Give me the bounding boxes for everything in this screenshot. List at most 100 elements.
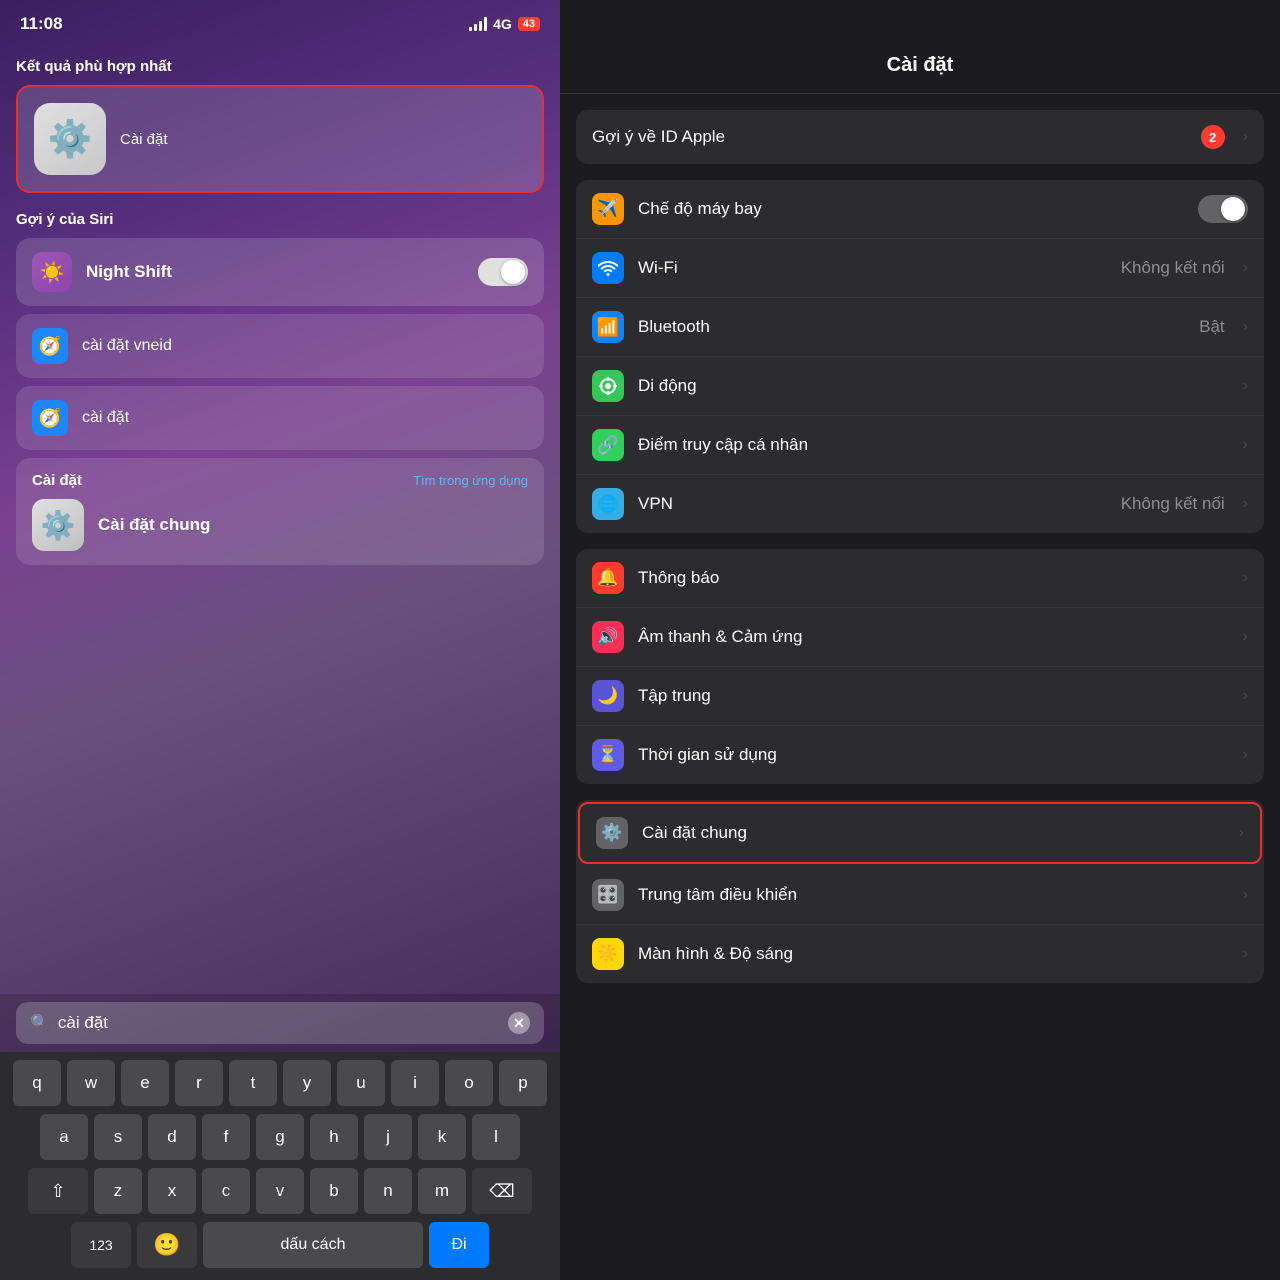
key-i[interactable]: i xyxy=(391,1060,439,1106)
clear-search-button[interactable]: ✕ xyxy=(508,1012,530,1034)
settings-app-icon: ⚙️ xyxy=(34,103,106,175)
time: 11:08 xyxy=(20,14,63,34)
focus-chevron: › xyxy=(1243,687,1248,705)
tim-trong-ung-dung[interactable]: Tìm trong ứng dụng xyxy=(413,473,528,488)
vpn-icon: 🌐 xyxy=(592,488,624,520)
control-center-icon: 🎛️ xyxy=(592,879,624,911)
night-shift-toggle[interactable] xyxy=(478,258,528,286)
night-shift-row[interactable]: ☀️ Night Shift xyxy=(16,238,544,306)
airplane-toggle[interactable] xyxy=(1198,195,1248,223)
key-r[interactable]: r xyxy=(175,1060,223,1106)
search-results: Kết quả phù hợp nhất ⚙️ Cài đặt Gợi ý củ… xyxy=(0,42,560,994)
top-result-card[interactable]: ⚙️ Cài đặt xyxy=(16,85,544,193)
right-panel: Cài đặt Gợi ý về ID Apple 2 › ✈️ Chế độ … xyxy=(560,0,1280,1280)
wifi-icon xyxy=(592,252,624,284)
key-j[interactable]: j xyxy=(364,1114,412,1160)
vpn-label: VPN xyxy=(638,494,1107,514)
general-settings-chevron: › xyxy=(1239,824,1244,842)
key-f[interactable]: f xyxy=(202,1114,250,1160)
left-panel: 11:08 4G 43 Kết quả phù hợp nhất ⚙️ Cài … xyxy=(0,0,560,1280)
vneid-row[interactable]: 🧭 cài đặt vneid xyxy=(16,314,544,378)
cai-dat-section: Cài đặt Tìm trong ứng dụng ⚙️ Cài đặt ch… xyxy=(16,458,544,565)
vneid-label: cài đặt vneid xyxy=(82,337,172,355)
key-d[interactable]: d xyxy=(148,1114,196,1160)
cai-dat-chung-label: Cài đặt chung xyxy=(98,515,210,535)
key-b[interactable]: b xyxy=(310,1168,358,1214)
search-bar[interactable]: 🔍 cài đặt ✕ xyxy=(16,1002,544,1044)
search-bar-container: 🔍 cài đặt ✕ xyxy=(0,994,560,1052)
bluetooth-row[interactable]: 📶 Bluetooth Bật › xyxy=(576,298,1264,357)
night-shift-label: Night Shift xyxy=(86,262,464,282)
notifications-row[interactable]: 🔔 Thông báo › xyxy=(576,549,1264,608)
emoji-key[interactable]: 🙂 xyxy=(137,1222,197,1268)
key-x[interactable]: x xyxy=(148,1168,196,1214)
key-t[interactable]: t xyxy=(229,1060,277,1106)
key-e[interactable]: e xyxy=(121,1060,169,1106)
control-center-row[interactable]: 🎛️ Trung tâm điều khiển › xyxy=(576,866,1264,925)
general-settings-row[interactable]: ⚙️ Cài đặt chung › xyxy=(578,802,1262,864)
sound-label: Âm thanh & Cảm ứng xyxy=(638,627,1229,647)
general-settings-label: Cài đặt chung xyxy=(642,823,1225,843)
key-m[interactable]: m xyxy=(418,1168,466,1214)
focus-row[interactable]: 🌙 Tập trung › xyxy=(576,667,1264,726)
safari-vneid-icon: 🧭 xyxy=(32,328,68,364)
key-l[interactable]: l xyxy=(472,1114,520,1160)
apple-id-badge: 2 xyxy=(1201,125,1225,149)
key-q[interactable]: q xyxy=(13,1060,61,1106)
keyboard-row-3: ⇧ z x c v b n m ⌫ xyxy=(4,1168,556,1214)
key-s[interactable]: s xyxy=(94,1114,142,1160)
hotspot-row[interactable]: 🔗 Điểm truy cập cá nhân › xyxy=(576,416,1264,475)
search-input[interactable]: cài đặt xyxy=(58,1013,500,1033)
cai-dat-safari-row[interactable]: 🧭 cài đặt xyxy=(16,386,544,450)
key-u[interactable]: u xyxy=(337,1060,385,1106)
shift-key[interactable]: ⇧ xyxy=(28,1168,88,1214)
search-icon: 🔍 xyxy=(30,1013,50,1033)
cellular-row[interactable]: Di động › xyxy=(576,357,1264,416)
airplane-icon: ✈️ xyxy=(592,193,624,225)
apple-id-group: Gợi ý về ID Apple 2 › xyxy=(576,110,1264,164)
notifications-chevron: › xyxy=(1243,569,1248,587)
key-o[interactable]: o xyxy=(445,1060,493,1106)
network-label: 4G xyxy=(493,16,512,32)
key-w[interactable]: w xyxy=(67,1060,115,1106)
cai-dat-title: Cài đặt xyxy=(32,472,82,489)
go-key[interactable]: Đi xyxy=(429,1222,489,1268)
top-result-app-name: Cài đặt xyxy=(120,131,168,148)
cellular-chevron: › xyxy=(1243,377,1248,395)
screen-time-label: Thời gian sử dụng xyxy=(638,745,1229,765)
sound-row[interactable]: 🔊 Âm thanh & Cảm ứng › xyxy=(576,608,1264,667)
num-key[interactable]: 123 xyxy=(71,1222,131,1268)
key-c[interactable]: c xyxy=(202,1168,250,1214)
vpn-row[interactable]: 🌐 VPN Không kết nối › xyxy=(576,475,1264,533)
cai-dat-chung-row[interactable]: ⚙️ Cài đặt chung xyxy=(32,499,528,551)
backspace-key[interactable]: ⌫ xyxy=(472,1168,532,1214)
screen-time-row[interactable]: ⏳ Thời gian sử dụng › xyxy=(576,726,1264,784)
wifi-row[interactable]: Wi-Fi Không kết nối › xyxy=(576,239,1264,298)
cai-dat-chung-icon: ⚙️ xyxy=(32,499,84,551)
space-key[interactable]: dấu cách xyxy=(203,1222,423,1268)
wifi-label: Wi-Fi xyxy=(638,258,1107,278)
key-v[interactable]: v xyxy=(256,1168,304,1214)
signal-icon xyxy=(469,17,487,31)
general-settings-icon: ⚙️ xyxy=(596,817,628,849)
key-z[interactable]: z xyxy=(94,1168,142,1214)
status-bar: 11:08 4G 43 xyxy=(0,0,560,42)
display-chevron: › xyxy=(1243,945,1248,963)
apple-id-row[interactable]: Gợi ý về ID Apple 2 › xyxy=(576,110,1264,164)
airplane-mode-row[interactable]: ✈️ Chế độ máy bay xyxy=(576,180,1264,239)
notifications-label: Thông báo xyxy=(638,568,1229,588)
key-n[interactable]: n xyxy=(364,1168,412,1214)
key-p[interactable]: p xyxy=(499,1060,547,1106)
vpn-chevron: › xyxy=(1243,495,1248,513)
display-icon: ☀️ xyxy=(592,938,624,970)
display-row[interactable]: ☀️ Màn hình & Độ sáng › xyxy=(576,925,1264,983)
notifications-icon: 🔔 xyxy=(592,562,624,594)
key-k[interactable]: k xyxy=(418,1114,466,1160)
key-g[interactable]: g xyxy=(256,1114,304,1160)
key-h[interactable]: h xyxy=(310,1114,358,1160)
wifi-value: Không kết nối xyxy=(1121,258,1225,278)
bluetooth-chevron: › xyxy=(1243,318,1248,336)
control-center-chevron: › xyxy=(1243,886,1248,904)
key-y[interactable]: y xyxy=(283,1060,331,1106)
key-a[interactable]: a xyxy=(40,1114,88,1160)
